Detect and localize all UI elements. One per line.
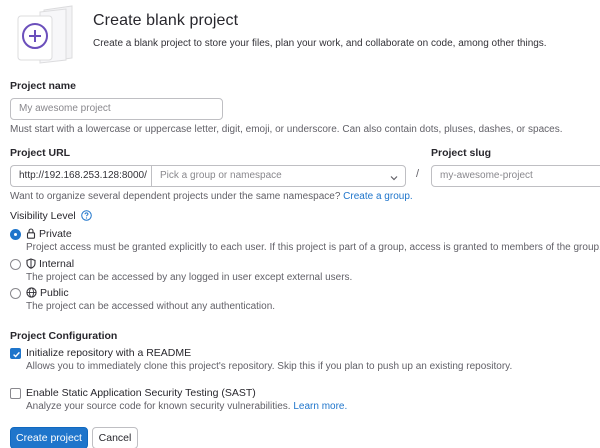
cancel-button[interactable]: Cancel [92, 427, 138, 448]
visibility-private-label[interactable]: Private [26, 228, 72, 242]
page-header: Create blank project Create a blank proj… [0, 0, 600, 70]
page-title: Create blank project [93, 12, 239, 29]
project-url-help-text: Want to organize several dependent proje… [10, 191, 341, 202]
create-project-button[interactable]: Create project [10, 427, 88, 448]
visibility-internal-text: Internal [39, 258, 75, 270]
check-icon [13, 351, 20, 358]
visibility-label: Visibility Level [10, 210, 92, 224]
project-configuration-label: Project Configuration [10, 330, 118, 342]
lock-icon [26, 228, 36, 242]
project-url-help: Want to organize several dependent proje… [10, 191, 413, 202]
visibility-private-help: Project access must be granted explicitl… [26, 242, 600, 253]
sast-help: Analyze your source code for known secur… [26, 401, 347, 412]
project-name-label: Project name [10, 80, 76, 92]
sast-checkbox[interactable] [10, 388, 21, 399]
visibility-label-text: Visibility Level [10, 210, 76, 222]
namespace-select[interactable]: Pick a group or namespace [151, 165, 406, 187]
visibility-private-radio[interactable] [10, 229, 21, 240]
visibility-public-radio[interactable] [10, 288, 21, 299]
project-url-label: Project URL [10, 147, 71, 159]
chevron-down-icon [389, 171, 399, 191]
visibility-private-text: Private [39, 228, 72, 240]
url-separator: / [416, 168, 420, 180]
project-slug-placeholder: my-awesome-project [440, 170, 533, 181]
earth-icon [26, 287, 37, 301]
namespace-placeholder: Pick a group or namespace [160, 170, 282, 181]
visibility-public-label[interactable]: Public [26, 287, 69, 301]
readme-help: Allows you to immediately clone this pro… [26, 361, 513, 372]
shield-icon [26, 258, 36, 272]
sast-label[interactable]: Enable Static Application Security Testi… [26, 387, 256, 399]
visibility-internal-label[interactable]: Internal [26, 258, 74, 272]
sast-help-text: Analyze your source code for known secur… [26, 401, 291, 412]
project-name-placeholder: My awesome project [19, 103, 111, 114]
new-project-illustration [14, 4, 76, 66]
learn-more-link[interactable]: Learn more. [293, 401, 347, 412]
question-circle-icon[interactable] [80, 210, 92, 224]
project-name-help: Must start with a lowercase or uppercase… [10, 124, 563, 135]
visibility-internal-help: The project can be accessed by any logge… [26, 272, 353, 283]
visibility-public-help: The project can be accessed without any … [26, 301, 276, 312]
readme-checkbox[interactable] [10, 348, 21, 359]
project-slug-label: Project slug [431, 147, 492, 159]
project-name-input[interactable]: My awesome project [10, 98, 223, 120]
visibility-internal-radio[interactable] [10, 259, 21, 270]
create-group-link[interactable]: Create a group. [343, 191, 413, 202]
project-url-prefix: http://192.168.253.128:8000/ [10, 165, 152, 187]
visibility-public-text: Public [40, 287, 69, 299]
project-slug-input[interactable]: my-awesome-project [431, 165, 600, 187]
readme-label[interactable]: Initialize repository with a README [26, 347, 191, 359]
page-description: Create a blank project to store your fil… [93, 38, 547, 49]
